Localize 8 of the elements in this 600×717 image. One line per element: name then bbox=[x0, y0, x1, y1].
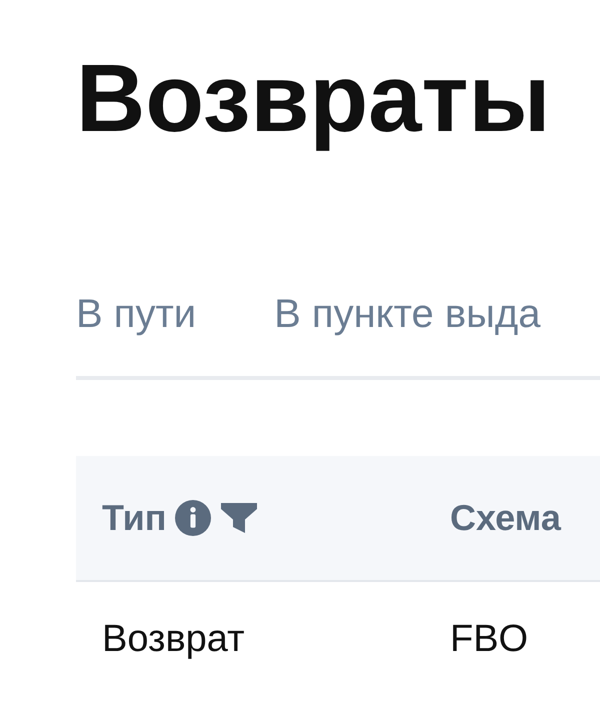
table-cell: FBO bbox=[450, 618, 528, 660]
tab[interactable]: В пути bbox=[76, 294, 196, 334]
page-title: Возвраты bbox=[76, 44, 552, 152]
column-header: Схема bbox=[450, 496, 561, 540]
tab[interactable]: В пункте выда bbox=[274, 294, 540, 334]
table-cell: Возврат bbox=[102, 618, 244, 660]
info-icon[interactable] bbox=[174, 500, 210, 536]
column-header: Тип bbox=[102, 496, 166, 540]
